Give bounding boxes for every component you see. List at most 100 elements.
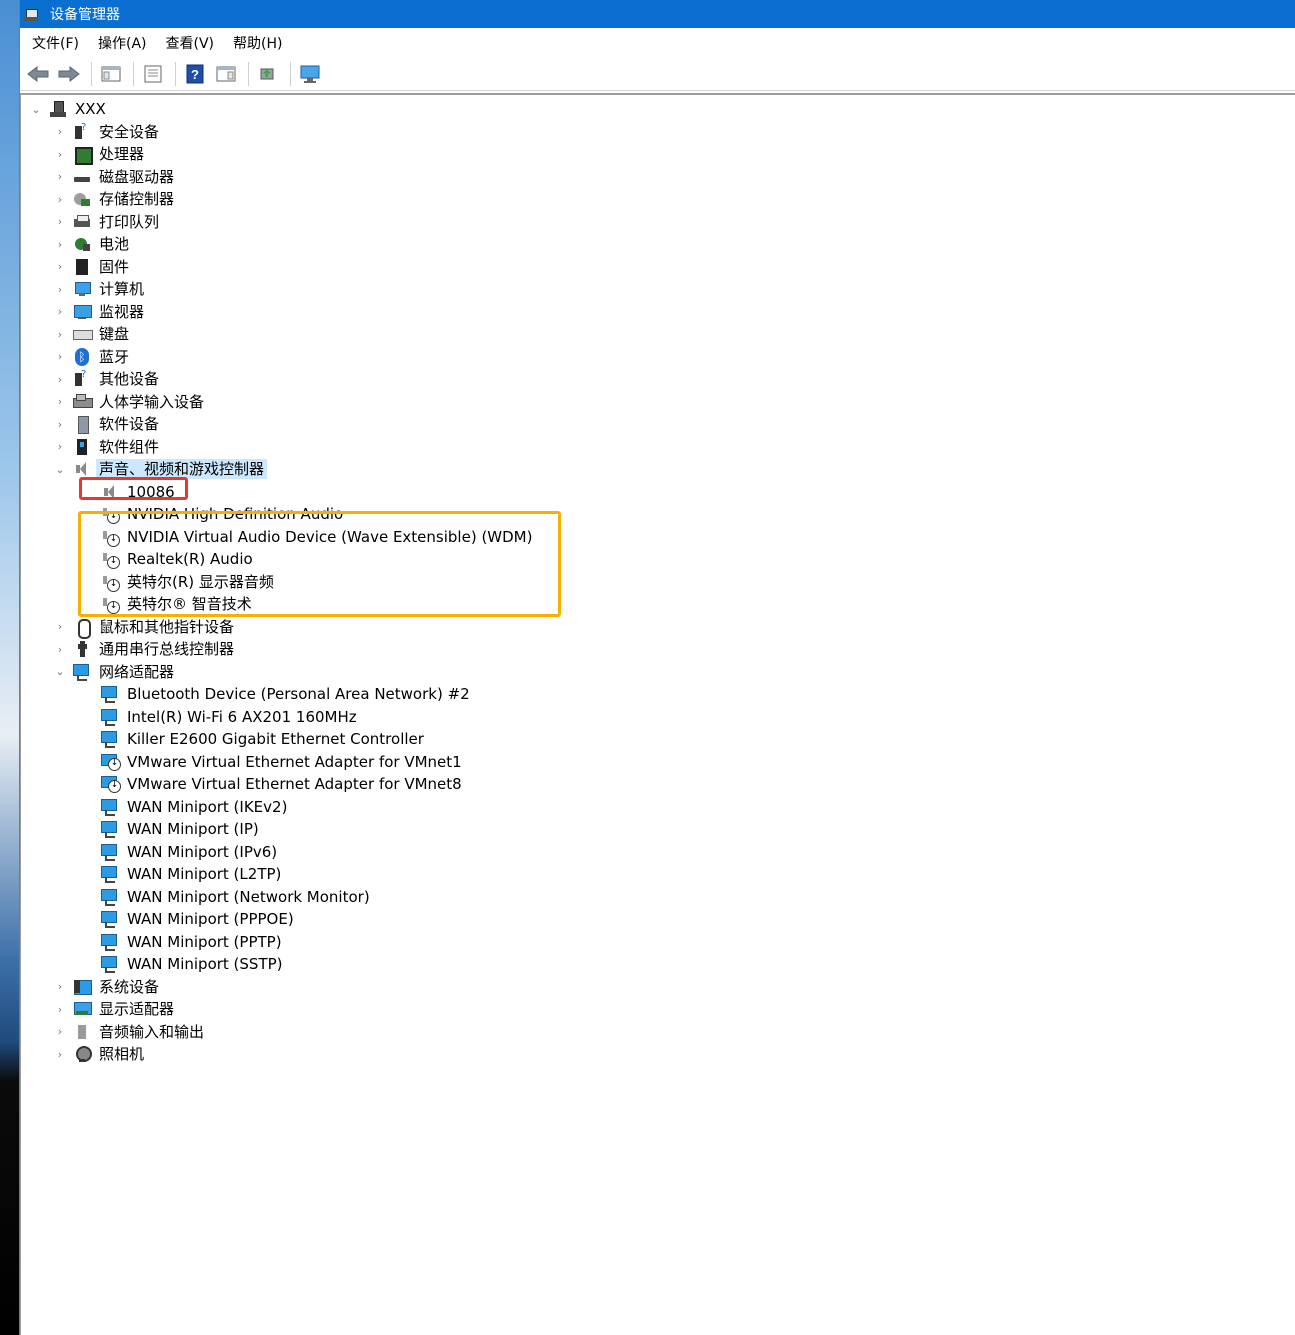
software-component-icon [73, 438, 91, 456]
tree-category[interactable]: › 蓝牙 [53, 346, 132, 368]
tree-category[interactable]: › 音频输入和输出 [53, 1021, 207, 1043]
menu-action[interactable]: 操作(A) [98, 33, 147, 53]
tree-category[interactable]: › 鼠标和其他指针设备 [53, 616, 237, 639]
properties-button[interactable] [139, 61, 167, 87]
tree-category[interactable]: ⌄ 声音、视频和游戏控制器 [53, 458, 268, 480]
tree-device[interactable]: WAN Miniport (PPPOE) [101, 908, 297, 930]
back-button[interactable] [24, 61, 52, 87]
tree-category[interactable]: › 显示适配器 [53, 998, 177, 1020]
tree-device[interactable]: Killer E2600 Gigabit Ethernet Controller [101, 728, 427, 750]
software-device-icon [73, 415, 91, 434]
collapse-chevron-right-icon[interactable]: › [53, 278, 67, 300]
tree-category[interactable]: › 打印队列 [53, 211, 162, 233]
system-device-icon [73, 978, 92, 996]
collapse-chevron-right-icon[interactable]: › [53, 121, 67, 143]
tree-device[interactable]: 英特尔® 智音技术 [101, 593, 255, 615]
tree-device[interactable]: Bluetooth Device (Personal Area Network)… [101, 683, 473, 705]
tree-category[interactable]: › 处理器 [53, 143, 147, 165]
collapse-chevron-right-icon[interactable]: › [53, 976, 67, 998]
tree-device[interactable]: Intel(R) Wi-Fi 6 AX201 160MHz [101, 706, 360, 728]
tree-device[interactable]: WAN Miniport (IKEv2) [101, 796, 290, 818]
menu-help[interactable]: 帮助(H) [233, 33, 282, 53]
tree-device[interactable]: WAN Miniport (SSTP) [101, 953, 286, 975]
collapse-chevron-right-icon[interactable]: › [53, 188, 67, 210]
collapse-chevron-right-icon[interactable]: › [53, 301, 67, 323]
expand-chevron-down-icon[interactable]: ⌄ [53, 458, 67, 480]
device-tree-pane[interactable]: ⌄ XXX › 安全设备 › 处理器 › 磁盘驱动器 › 存储控制器 › 打印队列 › 电池 › 固件 › 计算机… [20, 93, 1295, 1335]
collapse-chevron-right-icon[interactable]: › [53, 143, 67, 165]
tree-item-label: 英特尔(R) 显示器音频 [127, 572, 274, 591]
tree-category[interactable]: › 计算机 [53, 278, 147, 300]
tree-category[interactable]: › 人体学输入设备 [53, 391, 207, 413]
tree-device[interactable]: WAN Miniport (L2TP) [101, 863, 284, 885]
update-driver-button[interactable] [254, 61, 282, 87]
device-manager-icon [24, 6, 40, 22]
expand-chevron-down-icon[interactable]: ⌄ [53, 661, 67, 683]
tree-device[interactable]: WAN Miniport (PPTP) [101, 931, 285, 953]
network-adapter-icon [101, 820, 119, 838]
tree-root-computer[interactable]: ⌄ XXX [29, 98, 109, 120]
network-adapter-icon [101, 730, 119, 748]
collapse-chevron-right-icon[interactable]: › [53, 166, 67, 188]
tree-device[interactable]: VMware Virtual Ethernet Adapter for VMne… [101, 773, 465, 795]
tree-item-label: 软件设备 [99, 415, 160, 433]
tree-device[interactable]: 10086 [101, 481, 178, 503]
collapse-chevron-right-icon[interactable]: › [53, 368, 67, 390]
collapse-chevron-right-icon[interactable]: › [53, 1021, 67, 1043]
collapse-chevron-right-icon[interactable]: › [53, 391, 67, 413]
help-button[interactable]: ? [181, 61, 209, 87]
expand-chevron-down-icon[interactable]: ⌄ [29, 98, 43, 120]
svg-text:?: ? [191, 67, 199, 82]
title-bar[interactable]: 设备管理器 [20, 0, 1295, 28]
tree-category[interactable]: › 软件组件 [53, 436, 162, 458]
tree-device[interactable]: WAN Miniport (IPv6) [101, 841, 280, 863]
tree-category[interactable]: ⌄ 网络适配器 [53, 661, 177, 683]
tree-category[interactable]: › 磁盘驱动器 [53, 166, 177, 188]
collapse-chevron-right-icon[interactable]: › [53, 211, 67, 233]
console-tree-button[interactable] [97, 61, 125, 87]
tree-device[interactable]: NVIDIA Virtual Audio Device (Wave Extens… [101, 526, 535, 548]
toolbar-separator [175, 61, 176, 86]
tree-category[interactable]: › 监视器 [53, 301, 147, 323]
tree-category[interactable]: › 存储控制器 [53, 188, 177, 210]
tree-category[interactable]: › 电池 [53, 233, 132, 255]
action-pane-button[interactable] [212, 61, 240, 87]
collapse-chevron-right-icon[interactable]: › [53, 413, 67, 435]
tree-category[interactable]: › 通用串行总线控制器 [53, 638, 237, 660]
tree-category[interactable]: › 键盘 [53, 323, 132, 345]
tree-device[interactable]: VMware Virtual Ethernet Adapter for VMne… [101, 751, 465, 773]
forward-button[interactable] [55, 61, 83, 87]
menu-view[interactable]: 查看(V) [166, 33, 215, 53]
tree-device[interactable]: NVIDIA High Definition Audio [101, 503, 346, 525]
collapse-chevron-right-icon[interactable]: › [53, 436, 67, 458]
action-pane-icon [216, 66, 236, 81]
tree-device[interactable]: WAN Miniport (IP) [101, 818, 262, 840]
collapse-chevron-right-icon[interactable]: › [53, 256, 67, 278]
speaker-disabled-icon [101, 595, 120, 614]
tree-device[interactable]: 英特尔(R) 显示器音频 [101, 571, 277, 593]
collapse-chevron-right-icon[interactable]: › [53, 616, 67, 638]
tree-item-label: 其他设备 [99, 370, 160, 388]
tree-item-label: 通用串行总线控制器 [99, 640, 235, 658]
tree-item-label: 打印队列 [99, 212, 160, 231]
collapse-chevron-right-icon[interactable]: › [53, 346, 67, 368]
tree-device[interactable]: WAN Miniport (Network Monitor) [101, 886, 373, 908]
speaker-disabled-icon [101, 528, 120, 547]
tree-category[interactable]: › 照相机 [53, 1043, 147, 1065]
tree-category[interactable]: › 其他设备 [53, 368, 162, 390]
tree-category[interactable]: › 软件设备 [53, 413, 162, 435]
tree-item-label: VMware Virtual Ethernet Adapter for VMne… [127, 775, 462, 793]
tree-item-label: 存储控制器 [99, 190, 175, 208]
tree-category[interactable]: › 系统设备 [53, 976, 162, 998]
collapse-chevron-right-icon[interactable]: › [53, 638, 67, 660]
tree-category[interactable]: › 固件 [53, 256, 132, 278]
printer-icon [73, 213, 91, 231]
tree-category[interactable]: › 安全设备 [53, 121, 162, 143]
tree-device[interactable]: Realtek(R) Audio [101, 548, 256, 570]
collapse-chevron-right-icon[interactable]: › [53, 1043, 67, 1065]
collapse-chevron-right-icon[interactable]: › [53, 998, 67, 1020]
collapse-chevron-right-icon[interactable]: › [53, 323, 67, 345]
scan-hardware-button[interactable] [296, 61, 324, 87]
collapse-chevron-right-icon[interactable]: › [53, 233, 67, 255]
menu-file[interactable]: 文件(F) [32, 33, 79, 53]
